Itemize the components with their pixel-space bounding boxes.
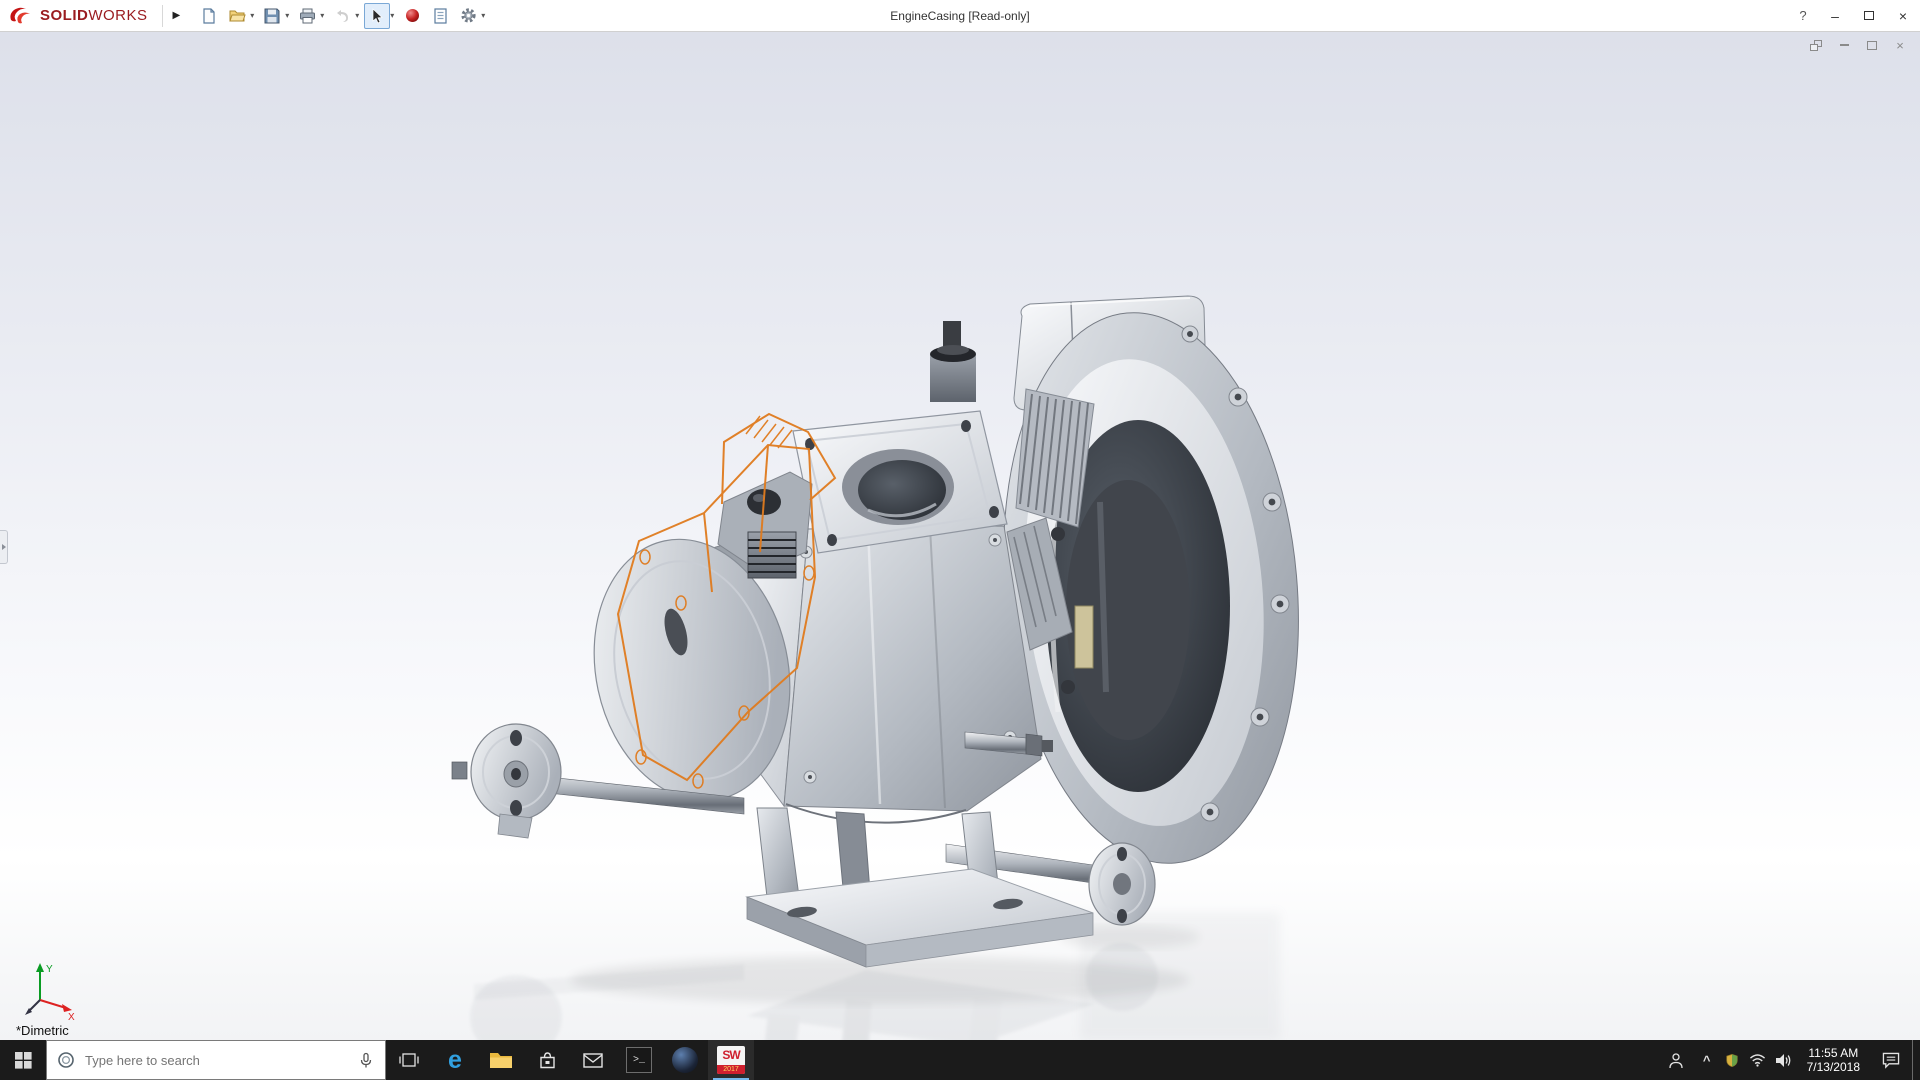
close-button[interactable]: × — [1886, 0, 1920, 31]
microphone-icon[interactable] — [357, 1052, 375, 1069]
app-sphere-icon — [672, 1047, 698, 1073]
action-center-button[interactable] — [1870, 1040, 1912, 1080]
people-button[interactable] — [1657, 1040, 1695, 1080]
document-close-button[interactable]: × — [1892, 38, 1908, 52]
file-properties-icon — [433, 8, 448, 24]
solidworks-2017-icon: SW 2017 — [717, 1046, 745, 1074]
solidworks-logo-icon — [8, 6, 34, 26]
help-button[interactable]: ? — [1788, 0, 1818, 31]
document-restore-icon — [1810, 40, 1822, 51]
app-sphere-button[interactable] — [662, 1040, 708, 1080]
network-tray-button[interactable] — [1745, 1040, 1771, 1080]
options-gear-icon — [460, 7, 477, 24]
undo-button[interactable] — [329, 3, 355, 29]
save-icon — [264, 8, 280, 24]
volume-tray-button[interactable] — [1771, 1040, 1797, 1080]
task-view-icon — [399, 1052, 419, 1068]
mail-envelope-icon — [583, 1053, 603, 1068]
solidworks-taskbar-button[interactable]: SW 2017 — [708, 1040, 754, 1080]
terminal-icon: >_ — [626, 1047, 652, 1073]
file-explorer-button[interactable] — [478, 1040, 524, 1080]
sw-label: SW — [722, 1046, 739, 1064]
document-maximize-icon — [1867, 41, 1877, 50]
print-icon — [299, 8, 316, 24]
triad-y-label: Y — [46, 964, 53, 975]
file-explorer-icon — [489, 1051, 513, 1070]
solidworks-logo: SOLIDWORKS — [0, 6, 158, 26]
rebuild-button[interactable] — [399, 3, 425, 29]
windows-logo-icon — [15, 1052, 32, 1069]
sw-year-label: 2017 — [717, 1065, 745, 1074]
new-document-button[interactable] — [196, 3, 222, 29]
3d-viewport[interactable]: × — [0, 32, 1920, 1040]
reference-triad: Y X — [24, 960, 80, 1022]
mail-button[interactable] — [570, 1040, 616, 1080]
titlebar: SOLIDWORKS ▶ ▾ — [0, 0, 1920, 32]
task-view-button[interactable] — [386, 1040, 432, 1080]
view-orientation-label: *Dimetric — [16, 1023, 69, 1038]
taskbar-search[interactable] — [46, 1040, 386, 1080]
show-desktop-button[interactable] — [1912, 1040, 1920, 1080]
clock-time: 11:55 AM — [1808, 1046, 1858, 1060]
edge-browser-button[interactable]: e — [432, 1040, 478, 1080]
search-input[interactable] — [85, 1053, 347, 1068]
terminal-button[interactable]: >_ — [616, 1040, 662, 1080]
store-button[interactable] — [524, 1040, 570, 1080]
clock-date: 7/13/2018 — [1807, 1060, 1860, 1074]
menu-flyout-arrow[interactable]: ▶ — [167, 6, 187, 25]
action-center-icon — [1882, 1052, 1900, 1069]
document-restore-button[interactable] — [1808, 38, 1824, 52]
system-tray: ^ 11:55 AM 7/13/2018 — [1657, 1040, 1920, 1080]
defender-shield-icon — [1725, 1053, 1739, 1068]
print-dropdown-caret[interactable]: ▾ — [320, 11, 324, 20]
edge-icon: e — [448, 1048, 462, 1073]
maximize-icon — [1864, 11, 1874, 20]
volume-speaker-icon — [1775, 1053, 1792, 1068]
select-cursor-icon — [370, 8, 384, 24]
document-window-controls: × — [1808, 38, 1908, 52]
file-properties-button[interactable] — [427, 3, 453, 29]
start-button[interactable] — [0, 1040, 46, 1080]
brand-works: WORKS — [88, 7, 147, 24]
open-document-button[interactable] — [224, 3, 250, 29]
network-wifi-icon — [1749, 1053, 1766, 1067]
maximize-button[interactable] — [1852, 0, 1886, 31]
document-minimize-icon — [1840, 44, 1849, 46]
store-bag-icon — [538, 1051, 557, 1070]
save-dropdown-caret[interactable]: ▾ — [285, 11, 289, 20]
taskbar-clock[interactable]: 11:55 AM 7/13/2018 — [1797, 1040, 1870, 1080]
select-button[interactable] — [364, 3, 390, 29]
select-dropdown-caret[interactable]: ▾ — [390, 11, 394, 20]
open-dropdown-caret[interactable]: ▾ — [250, 11, 254, 20]
brand-solid: SOLID — [40, 7, 88, 24]
options-dropdown-caret[interactable]: ▾ — [481, 11, 485, 20]
triad-x-label: X — [68, 1012, 75, 1022]
undo-dropdown-caret[interactable]: ▾ — [355, 11, 359, 20]
document-maximize-button[interactable] — [1864, 38, 1880, 52]
people-icon — [1667, 1052, 1685, 1069]
options-button[interactable] — [455, 3, 481, 29]
print-button[interactable] — [294, 3, 320, 29]
cortana-search-icon — [57, 1051, 75, 1069]
toolbar-divider — [162, 5, 163, 27]
window-controls: ? – × — [1788, 0, 1920, 31]
minimize-button[interactable]: – — [1818, 0, 1852, 31]
engine-casing-model[interactable] — [0, 32, 1920, 1040]
defender-tray-button[interactable] — [1719, 1040, 1745, 1080]
rebuild-sphere-icon — [405, 8, 420, 23]
taskbar: e >_ SW 2017 — [0, 1040, 1920, 1080]
brand-text: SOLIDWORKS — [40, 7, 148, 24]
save-button[interactable] — [259, 3, 285, 29]
document-minimize-button[interactable] — [1836, 38, 1852, 52]
new-document-icon — [201, 8, 217, 24]
undo-icon — [334, 9, 350, 23]
quick-access-toolbar: ▾ ▾ ▾ — [196, 3, 488, 29]
tray-expand-button[interactable]: ^ — [1695, 1040, 1719, 1080]
open-document-icon — [229, 8, 246, 23]
